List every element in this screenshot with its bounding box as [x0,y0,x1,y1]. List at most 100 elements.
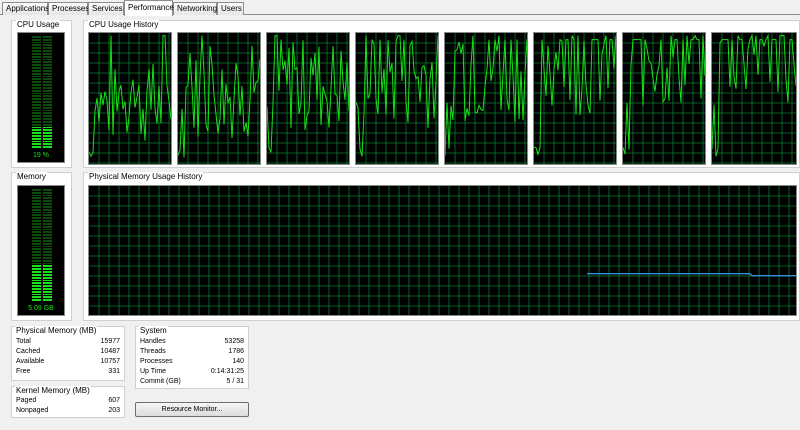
meter-segment [43,67,52,69]
meter-segment [43,50,52,52]
meter-segment [43,101,52,103]
meter-segment [43,84,52,86]
memory-title: Memory [16,172,47,181]
meter-segment [43,271,52,273]
meter-segment [32,41,41,44]
cpu-history-title: CPU Usage History [88,20,160,29]
meter-segment [32,197,41,200]
meter-segment [32,239,41,242]
meter-segment [43,251,52,254]
meter-segment [32,245,41,248]
meter-segment [32,290,41,293]
tab-networking[interactable]: Networking [173,2,217,15]
meter-segment [43,254,52,256]
tab-applications[interactable]: Applications [2,2,49,15]
cpu-meter-bar-left [32,36,41,149]
stat-value: 607 [108,397,120,404]
stat-label: Commit (GB) [140,378,181,385]
meter-segment [43,200,52,203]
memory-value: 5.09 GB [28,305,54,312]
meter-segment [32,268,41,271]
cpu-core-graph-8 [711,32,797,165]
meter-segment [32,106,41,109]
meter-segment [32,140,41,143]
cpu-meter-bar-right [43,36,52,149]
meter-segment [43,109,52,112]
tab-users[interactable]: Users [217,2,244,15]
resource-monitor-button[interactable]: Resource Monitor... [135,402,249,417]
stat-value: 5 / 31 [226,378,244,385]
stat-label: Nonpaged [16,407,49,414]
meter-segment [32,208,41,211]
meter-segment [43,38,52,41]
stat-label: Handles [140,338,166,345]
meter-segment [43,64,52,67]
meter-segment [32,55,41,58]
meter-segment [32,58,41,61]
meter-segment [43,132,52,134]
meter-segment [43,245,52,248]
stat-row-handles: Handles 53258 [140,337,244,347]
stat-row-nonpaged: Nonpaged 203 [16,406,120,416]
meter-segment [43,220,52,222]
meter-segment [43,61,52,64]
cpu-usage-title: CPU Usage [16,20,61,29]
meter-segment [32,242,41,245]
meter-segment [32,276,41,279]
meter-segment [43,191,52,194]
meter-segment [32,129,41,132]
stat-label: Threads [140,348,166,355]
meter-segment [32,237,41,239]
meter-segment [32,194,41,197]
meter-segment [43,211,52,214]
meter-segment [43,98,52,101]
meter-segment [43,137,52,140]
meter-segment [32,254,41,256]
meter-segment [32,120,41,123]
stat-value: 203 [108,407,120,414]
meter-segment [43,279,52,282]
meter-segment [43,268,52,271]
meter-segment [32,64,41,67]
cpu-core-graph-7 [622,32,706,165]
tab-processes[interactable]: Processes [48,2,89,15]
meter-segment [43,112,52,115]
meter-segment [32,287,41,290]
meter-segment [43,228,52,231]
meter-segment [43,146,52,149]
meter-segment [43,231,52,234]
tab-services[interactable]: Services [88,2,124,15]
meter-segment [43,293,52,296]
stat-row-processes: Processes 140 [140,357,244,367]
meter-segment [32,95,41,98]
tab-performance[interactable]: Performance [124,0,174,16]
meter-segment [43,296,52,299]
meter-segment [43,103,52,106]
meter-segment [43,285,52,287]
meter-segment [32,115,41,118]
meter-segment [32,134,41,137]
meter-segment [32,220,41,222]
meter-segment [32,296,41,299]
meter-segment [43,197,52,200]
meter-segment [32,67,41,69]
meter-segment [43,203,52,205]
meter-segment [32,225,41,228]
meter-segment [32,52,41,55]
meter-segment [43,81,52,84]
meter-segment [43,299,52,302]
stat-row-cached: Cached 10487 [16,347,120,357]
meter-segment [32,191,41,194]
meter-segment [43,92,52,95]
meter-segment [32,98,41,101]
meter-segment [43,134,52,137]
meter-segment [32,265,41,268]
cpu-usage-value: 19 % [33,152,49,159]
meter-segment [32,92,41,95]
cpu-core-graph-1 [88,32,172,165]
meter-segment [32,38,41,41]
meter-segment [32,271,41,273]
meter-segment [32,189,41,191]
cpu-usage-group: CPU Usage 19 % [11,20,72,168]
meter-segment [32,101,41,103]
